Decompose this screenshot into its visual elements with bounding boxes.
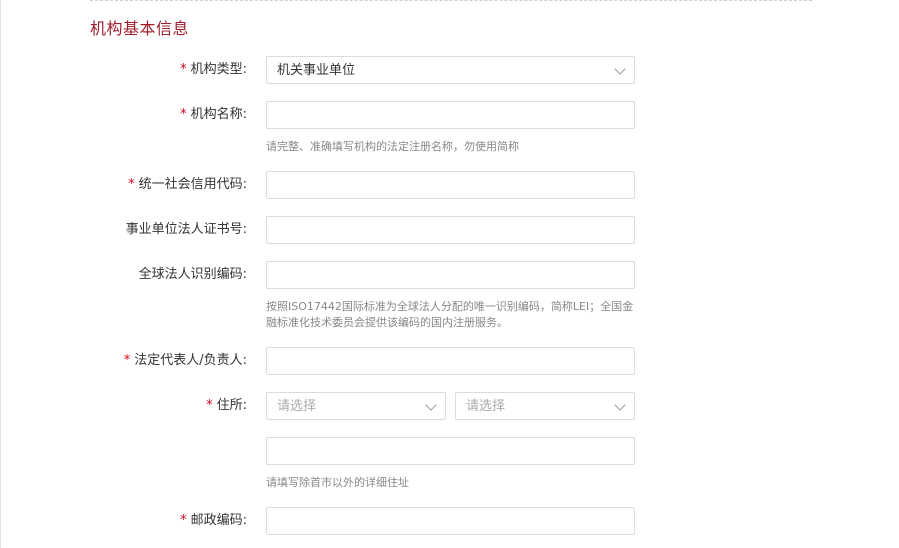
org-type-value: 机关事业单位 bbox=[277, 63, 356, 78]
address-province-select[interactable]: 请选择 bbox=[266, 392, 446, 420]
credit-code-label-text: 统一社会信用代码: bbox=[138, 177, 247, 192]
lei-label: 全球法人识别编码: bbox=[138, 267, 247, 282]
required-mark: * bbox=[128, 177, 135, 192]
org-name-hint: 请完整、准确填写机构的法定注册名称，勿使用简称 bbox=[266, 140, 519, 153]
org-type-select[interactable]: 机关事业单位 bbox=[266, 56, 635, 84]
postal-code-label: * 邮政编码: bbox=[180, 512, 247, 530]
org-name-label-text: 机构名称: bbox=[190, 107, 247, 122]
org-name-input[interactable] bbox=[266, 101, 635, 129]
org-type-label: * 机构类型: bbox=[180, 61, 247, 79]
section-title: 机构基本信息 bbox=[90, 19, 190, 38]
public-cert-label: 事业单位法人证书号: bbox=[125, 222, 247, 237]
chevron-down-icon bbox=[614, 63, 626, 75]
address-city-select[interactable]: 请选择 bbox=[455, 392, 635, 420]
postal-code-input[interactable] bbox=[266, 507, 635, 535]
required-mark: * bbox=[123, 353, 131, 368]
lei-input[interactable] bbox=[266, 261, 635, 289]
chevron-down-icon bbox=[425, 399, 437, 411]
required-mark: * bbox=[206, 398, 213, 413]
page-left-border bbox=[0, 0, 1, 548]
credit-code-label: * 统一社会信用代码: bbox=[128, 176, 247, 194]
address-province-placeholder: 请选择 bbox=[277, 399, 317, 414]
address-label-text: 住所: bbox=[216, 398, 247, 413]
legal-rep-label: * 法定代表人/负责人: bbox=[124, 352, 247, 370]
lei-hint-line1: 按照ISO17442国际标准为全球法人分配的唯一识别编码，简称LEI；全国金 bbox=[266, 300, 634, 313]
address-label: * 住所: bbox=[206, 397, 247, 415]
chevron-down-icon bbox=[614, 399, 626, 411]
required-mark: * bbox=[180, 513, 187, 528]
org-name-label: * 机构名称: bbox=[180, 106, 247, 124]
org-type-label-text: 机构类型: bbox=[190, 62, 247, 77]
address-detail-input[interactable] bbox=[266, 437, 635, 465]
required-mark: * bbox=[180, 62, 187, 77]
section-divider bbox=[90, 0, 812, 1]
legal-rep-input[interactable] bbox=[266, 347, 635, 375]
address-hint: 请填写除首市以外的详细住址 bbox=[266, 476, 409, 489]
legal-rep-label-text: 法定代表人/负责人: bbox=[134, 353, 247, 368]
postal-code-label-text: 邮政编码: bbox=[190, 513, 247, 528]
address-city-placeholder: 请选择 bbox=[466, 399, 506, 414]
required-mark: * bbox=[180, 107, 187, 122]
lei-hint-line2: 融标准化技术委员会提供该编码的国内注册服务。 bbox=[266, 316, 508, 329]
credit-code-input[interactable] bbox=[266, 171, 635, 199]
public-cert-input[interactable] bbox=[266, 216, 635, 244]
